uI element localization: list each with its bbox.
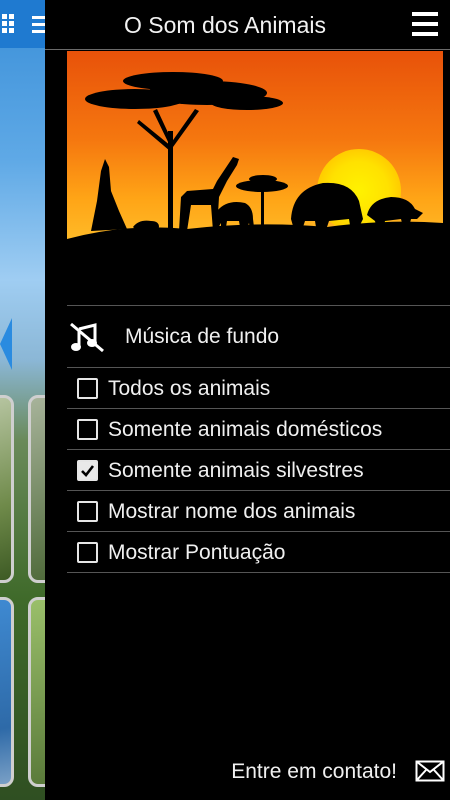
animal-tile[interactable] — [28, 597, 46, 787]
background-music-toggle[interactable]: Música de fundo — [67, 306, 450, 367]
divider — [67, 572, 450, 573]
option-label: Todos os animais — [108, 377, 271, 400]
animal-tile[interactable] — [0, 395, 14, 583]
hamburger-menu-icon[interactable] — [412, 11, 438, 37]
checkmark-icon — [81, 465, 95, 477]
background-music-label: Música de fundo — [125, 325, 280, 348]
option-wild-animals[interactable]: Somente animais silvestres — [67, 450, 450, 491]
option-all-animals[interactable]: Todos os animais — [67, 368, 450, 409]
option-label: Somente animais silvestres — [108, 459, 364, 482]
option-domestic-animals[interactable]: Somente animais domésticos — [67, 409, 450, 450]
option-label: Somente animais domésticos — [108, 418, 383, 441]
animal-tile[interactable] — [28, 395, 46, 583]
option-show-animal-names[interactable]: Mostrar nome dos animais — [67, 491, 450, 532]
option-label: Mostrar nome dos animais — [108, 500, 356, 523]
background-app — [0, 0, 46, 800]
navigation-drawer: O Som dos Animais Música de fundo Todos … — [45, 0, 450, 800]
envelope-icon[interactable] — [415, 760, 445, 782]
checkbox-checked[interactable] — [77, 460, 98, 481]
checkbox[interactable] — [77, 542, 98, 563]
left-arrow-icon[interactable] — [0, 318, 12, 370]
drawer-title: O Som dos Animais — [124, 12, 326, 38]
drawer-header: O Som dos Animais — [45, 0, 450, 50]
checkbox[interactable] — [77, 419, 98, 440]
contact-link[interactable]: Entre em contato! — [231, 760, 397, 784]
option-label: Mostrar Pontuação — [108, 541, 286, 564]
music-off-icon — [70, 322, 104, 353]
checkbox[interactable] — [77, 501, 98, 522]
menu-icon[interactable] — [32, 14, 46, 34]
savanna-sunset-banner — [67, 51, 443, 247]
animal-tile[interactable] — [0, 597, 14, 787]
grid-icon[interactable] — [2, 14, 16, 34]
checkbox[interactable] — [77, 378, 98, 399]
option-show-score[interactable]: Mostrar Pontuação — [67, 532, 450, 573]
